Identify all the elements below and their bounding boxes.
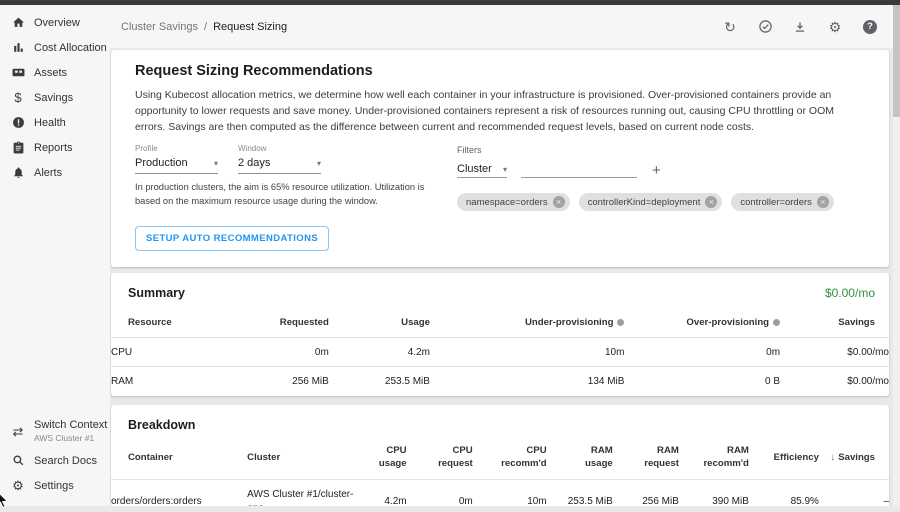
health-alert-icon <box>11 116 25 130</box>
sort-desc-icon: ↓ <box>830 452 835 463</box>
sidebar-item-overview[interactable]: Overview <box>0 10 110 35</box>
request-sizing-card: Request Sizing Recommendations Using Kub… <box>111 50 889 267</box>
bell-icon <box>11 166 25 180</box>
settings-gear-icon[interactable]: ⚙ <box>826 18 844 36</box>
sidebar-item-reports[interactable]: Reports <box>0 135 110 160</box>
profile-select[interactable]: Production ▾ <box>135 157 218 174</box>
close-icon[interactable]: × <box>553 196 565 208</box>
diagnostics-check-icon[interactable] <box>756 18 774 36</box>
summary-table: Resource Requested Usage Under-provision… <box>111 309 889 395</box>
col-ram-request[interactable]: RAM request <box>613 441 679 479</box>
sidebar-item-alerts[interactable]: Alerts <box>0 160 110 185</box>
info-icon <box>773 319 780 326</box>
sidebar-item-label: Assets <box>34 67 67 79</box>
filter-value-input[interactable] <box>521 163 637 178</box>
col-cpu-request[interactable]: CPU request <box>407 441 473 479</box>
sidebar-item-label: Health <box>34 117 66 129</box>
chevron-down-icon: ▾ <box>317 159 321 168</box>
content-area: Request Sizing Recommendations Using Kub… <box>110 48 893 506</box>
gear-icon: ⚙ <box>11 479 25 493</box>
sidebar-item-health[interactable]: Health <box>0 110 110 135</box>
filter-chip: namespace=orders × <box>457 193 570 211</box>
scrollbar-thumb[interactable] <box>893 5 900 117</box>
top-window-strip <box>0 0 900 5</box>
table-row[interactable]: orders/orders:orders AWS Cluster #1/clus… <box>111 480 889 506</box>
breadcrumb-separator: / <box>204 21 207 33</box>
sidebar-item-label: Alerts <box>34 167 62 179</box>
breadcrumb-current: Request Sizing <box>213 21 287 33</box>
download-icon[interactable] <box>791 18 809 36</box>
sidebar-item-savings[interactable]: $ Savings <box>0 85 110 110</box>
total-savings-value: $0.00/mo <box>825 286 875 300</box>
home-icon <box>11 16 25 30</box>
close-icon[interactable]: × <box>705 196 717 208</box>
col-under-provisioning: Under-provisioning <box>430 309 625 338</box>
bar-chart-icon <box>11 41 25 55</box>
switch-context-button[interactable]: ⇄ Switch Context AWS Cluster #1 <box>0 414 110 448</box>
profile-label: Profile <box>135 144 218 153</box>
chevron-down-icon: ▾ <box>503 165 507 174</box>
table-row: RAM 256 MiB 253.5 MiB 134 MiB 0 B $0.00/… <box>111 367 889 396</box>
table-row: CPU 0m 4.2m 10m 0m $0.00/mo <box>111 338 889 367</box>
clipboard-icon <box>11 141 25 155</box>
sidebar-item-cost-allocation[interactable]: Cost Allocation <box>0 35 110 60</box>
settings-label: Settings <box>34 480 74 492</box>
dollar-icon: $ <box>11 91 25 105</box>
page-title: Request Sizing Recommendations <box>135 63 865 79</box>
col-ram-usage[interactable]: RAM usage <box>547 441 613 479</box>
sidebar-item-label: Cost Allocation <box>34 42 107 54</box>
profile-helper-text: In production clusters, the aim is 65% r… <box>135 181 437 209</box>
search-icon <box>11 454 25 468</box>
filter-chip: controller=orders × <box>731 193 834 211</box>
info-icon <box>617 319 624 326</box>
refresh-icon[interactable]: ↻ <box>721 18 739 36</box>
sidebar: Overview Cost Allocation Assets $ Saving… <box>0 5 110 506</box>
col-container[interactable]: Container <box>111 441 247 479</box>
col-usage: Usage <box>329 309 430 338</box>
breadcrumb-parent[interactable]: Cluster Savings <box>121 21 198 33</box>
page-description: Using Kubecost allocation metrics, we de… <box>135 88 865 135</box>
col-savings-sorted[interactable]: ↓Savings <box>819 441 889 479</box>
search-docs-label: Search Docs <box>34 455 97 467</box>
close-icon[interactable]: × <box>817 196 829 208</box>
top-bar: Cluster Savings / Request Sizing ↻ ⚙ ? <box>110 5 893 48</box>
chevron-down-icon: ▾ <box>214 159 218 168</box>
search-docs-button[interactable]: Search Docs <box>0 448 110 473</box>
sidebar-item-label: Overview <box>34 17 80 29</box>
sidebar-item-assets[interactable]: Assets <box>0 60 110 85</box>
add-filter-icon[interactable]: + <box>652 163 661 178</box>
col-ram-recommended[interactable]: RAM recomm'd <box>679 441 749 479</box>
breadcrumb: Cluster Savings / Request Sizing <box>121 21 287 33</box>
summary-title: Summary <box>128 286 185 300</box>
current-cluster-label: AWS Cluster #1 <box>34 433 107 444</box>
col-cluster[interactable]: Cluster <box>247 441 356 479</box>
settings-button[interactable]: ⚙ Settings <box>0 473 110 498</box>
summary-card: Summary $0.00/mo Resource Requested Usag… <box>111 273 889 396</box>
col-cpu-recommended[interactable]: CPU recomm'd <box>473 441 547 479</box>
breakdown-card: Breakdown Container Cluster CPU usage CP… <box>111 405 889 506</box>
filter-field-select[interactable]: Cluster ▾ <box>457 163 507 178</box>
col-savings: Savings <box>780 309 889 338</box>
col-cpu-usage[interactable]: CPU usage <box>356 441 407 479</box>
setup-auto-recommendations-button[interactable]: SETUP AUTO RECOMMENDATIONS <box>135 226 329 251</box>
mouse-cursor <box>0 491 10 512</box>
col-requested: Requested <box>235 309 328 338</box>
col-efficiency[interactable]: Efficiency <box>749 441 819 479</box>
sidebar-item-label: Savings <box>34 92 73 104</box>
assets-grid-icon <box>11 66 25 80</box>
switch-arrows-icon: ⇄ <box>11 424 25 438</box>
vertical-scrollbar[interactable] <box>893 5 900 506</box>
window-label: Window <box>238 144 321 153</box>
col-resource: Resource <box>111 309 235 338</box>
window-select[interactable]: 2 days ▾ <box>238 157 321 174</box>
filter-chip: controllerKind=deployment × <box>579 193 723 211</box>
filter-chips: namespace=orders × controllerKind=deploy… <box>457 193 834 211</box>
switch-context-label: Switch Context <box>34 419 107 433</box>
breakdown-title: Breakdown <box>128 418 195 432</box>
sidebar-item-label: Reports <box>34 142 73 154</box>
help-icon[interactable]: ? <box>861 18 879 36</box>
breakdown-table: Container Cluster CPU usage CPU request … <box>111 441 889 506</box>
filters-label: Filters <box>457 145 834 155</box>
col-over-provisioning: Over-provisioning <box>624 309 780 338</box>
